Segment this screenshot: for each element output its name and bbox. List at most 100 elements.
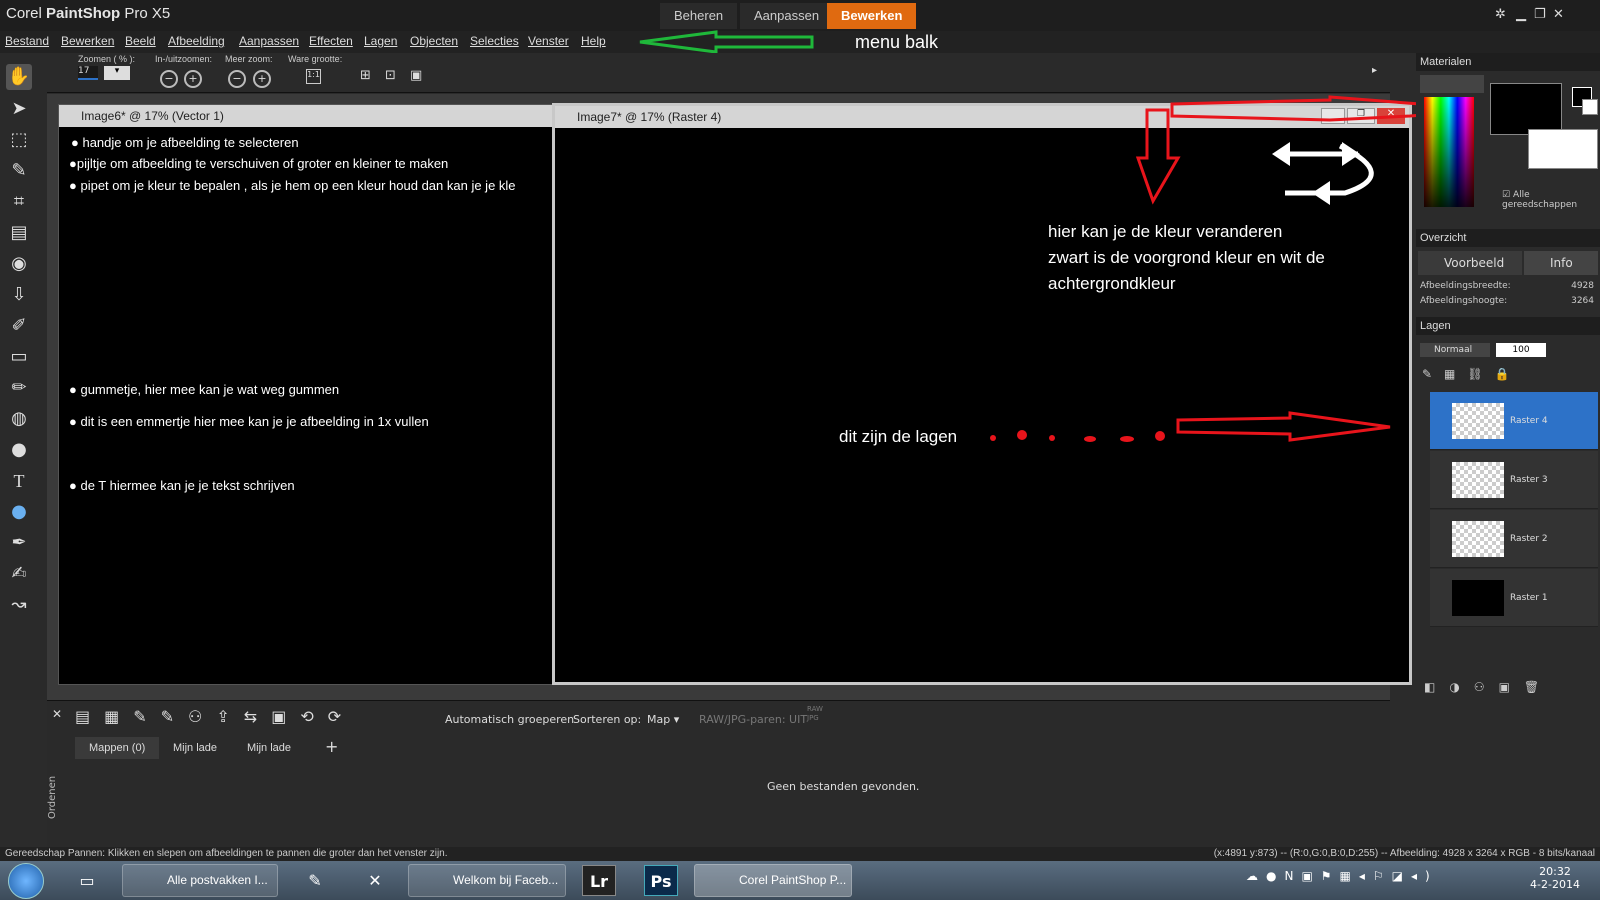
blend-mode-select[interactable]: Normaal [1420,343,1490,357]
layer-tools-row[interactable]: ✎▦⛓🔒 [1422,367,1522,381]
overview-title: Overzicht [1416,229,1600,247]
tab-mappen[interactable]: Mappen (0) [75,737,160,759]
raw-jpg-toggle[interactable]: RAW/JPG-paren: UIT [699,713,807,726]
workspace-tab-aanpassen[interactable]: Aanpassen [740,3,834,29]
layer-row-raster-2[interactable]: Raster 2 [1430,510,1598,568]
document-window-image7[interactable]: Image7* @ 17% (Raster 4) ❐ ✕ hier kan je… [552,103,1412,685]
materials-tabs[interactable] [1420,75,1484,93]
organizer-tool-icons[interactable]: ▤▦✎✎⚇⇪⇆▣⟲⟳ [75,707,355,726]
paint-taskbar-icon[interactable]: ✎ [298,865,332,896]
workspace-tab-beheren[interactable]: Beheren [660,3,738,29]
clone-tool-icon[interactable]: ⇩ [6,282,32,308]
zoom-input[interactable]: 17 [78,66,98,80]
menu-lagen[interactable]: Lagen [364,34,397,48]
document-window-image6[interactable]: Image6* @ 17% (Vector 1) ● handje om je … [58,104,555,685]
dropper-tool-icon[interactable]: ✎ [6,158,32,184]
clock[interactable]: 20:32 4-2-2014 [1528,865,1582,891]
foreground-color-swatch[interactable] [1490,83,1562,135]
minimize-icon[interactable]: ▁ [1516,7,1526,22]
materials-title: Materialen [1416,53,1600,71]
more-zoom-out-icon[interactable]: − [228,70,246,88]
doc-minimize-button[interactable] [1321,108,1345,124]
mini-bg-swatch[interactable] [1582,99,1598,115]
taskbar-item-chrome[interactable]: Welkom bij Faceb... [408,864,566,897]
layer-row-raster-3[interactable]: Raster 3 [1430,451,1598,509]
red-eye-tool-icon[interactable]: ◉ [6,251,32,277]
pen-tool-icon[interactable]: ✒ [6,530,32,556]
menu-aanpassen[interactable]: Aanpassen [239,34,299,48]
menu-effecten[interactable]: Effecten [309,34,353,48]
fit-screen-icon[interactable]: ▣ [410,68,422,83]
start-button[interactable] [8,863,44,899]
smudge-tool-icon[interactable]: ↝ [6,592,32,618]
opacity-input[interactable]: 100 [1496,343,1546,357]
menu-venster[interactable]: Venster [528,34,569,48]
text-tool-icon[interactable]: T [6,468,32,494]
xmind-taskbar-icon[interactable]: ✕ [358,865,392,896]
layers-bottom-tools[interactable]: ◧◑⚇▣🗑 [1424,680,1553,694]
warp-brush-icon[interactable]: ✍ [6,561,32,587]
close-icon[interactable]: ✕ [1553,7,1564,22]
tab-mijn-lade-2[interactable]: Mijn lade [233,737,305,759]
restore-icon[interactable]: ❐ [1534,7,1546,22]
tray-icons[interactable]: ☁●N▣⚑▦◂⚐◪◂) [1246,869,1438,883]
tab-info[interactable]: Info [1524,251,1598,275]
menu-bestand[interactable]: Bestand [5,34,49,48]
picture-tube-icon[interactable]: ▭ [6,344,32,370]
menu-beeld[interactable]: Beeld [125,34,156,48]
color-changer-icon[interactable]: ● [6,437,32,463]
add-tab-icon[interactable]: + [325,737,338,756]
fit-window-icon[interactable]: ⊞ [360,68,371,83]
layer-thumb [1452,521,1504,557]
zoom-stepper[interactable]: ▾ [104,66,130,80]
menu-help[interactable]: Help [581,34,606,48]
background-color-swatch[interactable] [1528,129,1598,169]
layers-title: Lagen [1416,317,1600,335]
photoshop-taskbar-icon[interactable]: Ps [644,865,678,896]
settings-icon[interactable]: ✲ [1495,7,1506,22]
all-tools-checkbox[interactable]: ☑ Alle gereedschappen [1502,190,1600,210]
taskbar-item-paintshop[interactable]: Corel PaintShop P... [694,864,852,897]
explorer-taskbar-icon[interactable]: ▭ [70,865,104,896]
crop-tool-icon[interactable]: ⌗ [6,189,32,215]
toolbar-expand-icon[interactable]: ▸ [1372,65,1377,76]
selection-tool-icon[interactable]: ⬚ [6,127,32,153]
pick-tool-icon[interactable]: ➤ [6,96,32,122]
workspace-tab-bewerken[interactable]: Bewerken [827,3,917,29]
layer-row-raster-4[interactable]: Raster 4 [1430,392,1598,450]
actual-size-icon[interactable]: 1:1 [306,69,321,84]
fit-image-icon[interactable]: ⊡ [385,68,396,83]
brush-tool-icon[interactable]: ✐ [6,313,32,339]
sort-select[interactable]: Map ▾ [647,713,679,726]
raw-jpg-icon[interactable]: RAW JPG [807,705,823,723]
menu-afbeelding[interactable]: Afbeelding [168,34,225,48]
organizer-side-label: Ordenen [47,775,58,819]
zoom-out-icon[interactable]: − [160,70,178,88]
eraser-tool-icon[interactable]: ✏ [6,375,32,401]
layer-thumb [1452,462,1504,498]
shape-tool-icon[interactable]: ● [6,499,32,525]
doc-close-button[interactable]: ✕ [1377,108,1405,124]
doc-restore-button[interactable]: ❐ [1347,108,1375,124]
auto-group-button[interactable]: Automatisch groeperen [445,713,574,726]
menu-objecten[interactable]: Objecten [410,34,458,48]
menu-bewerken[interactable]: Bewerken [61,34,114,48]
status-left: Gereedschap Pannen: Klikken en slepen om… [5,848,448,859]
layer-name: Raster 4 [1510,416,1548,426]
color-spectrum[interactable] [1424,97,1474,207]
more-zoom-in-icon[interactable]: + [253,70,271,88]
organizer-palette: ✕ ▤▦✎✎⚇⇪⇆▣⟲⟳ Automatisch groeperen Sorte… [47,700,1390,847]
tab-voorbeeld[interactable]: Voorbeeld [1418,251,1522,275]
lightroom-taskbar-icon[interactable]: Lr [582,865,616,896]
organizer-close-icon[interactable]: ✕ [52,707,62,721]
pan-tool-icon[interactable]: ✋ [6,64,32,90]
fill-tool-icon[interactable]: ◍ [6,406,32,432]
taskbar-item-mail[interactable]: Alle postvakken I... [122,864,278,897]
straighten-tool-icon[interactable]: ▤ [6,220,32,246]
layer-row-raster-1[interactable]: Raster 1 [1430,569,1598,627]
tab-mijn-lade-1[interactable]: Mijn lade [159,737,231,759]
layer-thumb [1452,403,1504,439]
zoom-in-icon[interactable]: + [184,70,202,88]
green-arrow-annotation [639,30,814,54]
menu-selecties[interactable]: Selecties [470,34,519,48]
